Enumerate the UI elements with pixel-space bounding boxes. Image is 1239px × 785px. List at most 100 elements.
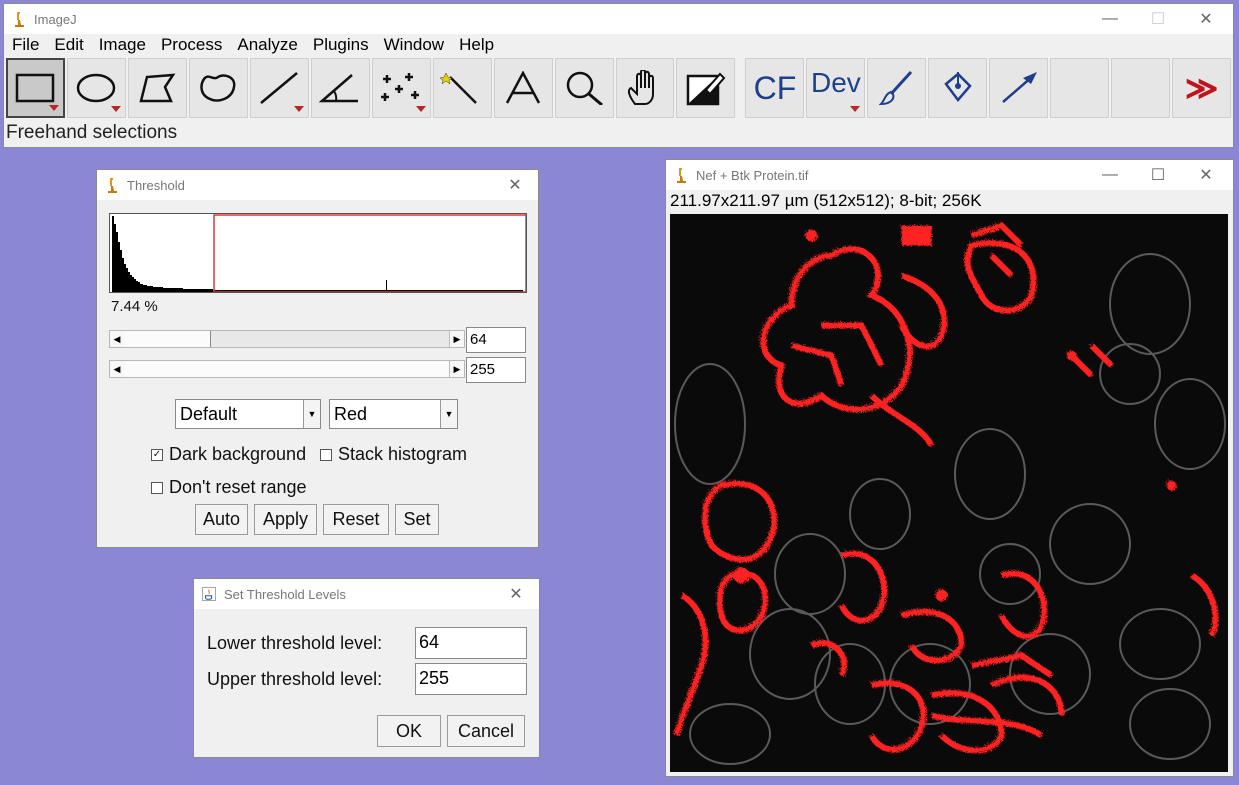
checkbox-unchecked-icon: [151, 481, 163, 494]
color-picker-tool-button[interactable]: [676, 58, 736, 118]
flood-fill-tool-button[interactable]: [928, 58, 988, 118]
toolbar: CF Dev ≫: [4, 56, 1233, 120]
text-tool-button[interactable]: [493, 58, 553, 118]
threshold-histogram[interactable]: [109, 213, 527, 293]
lower-threshold-input[interactable]: 64: [415, 627, 527, 659]
dont-reset-range-checkbox[interactable]: Don't reset range: [151, 477, 307, 498]
hand-tool-button[interactable]: [615, 58, 675, 118]
imagej-microscope-icon: [12, 11, 26, 27]
line-tool-button[interactable]: [249, 58, 309, 118]
image-canvas[interactable]: [670, 214, 1228, 772]
freehand-icon: [200, 74, 236, 102]
imagej-microscope-icon: [105, 177, 119, 193]
line-icon: [260, 72, 299, 104]
lower-threshold-slider[interactable]: ◀ ▶: [109, 330, 465, 348]
paint-bucket-icon: [944, 72, 972, 102]
cf-tool-button[interactable]: CF: [745, 58, 805, 118]
stack-histogram-label: Stack histogram: [338, 444, 468, 464]
slider-left-arrow-icon[interactable]: ◀: [110, 331, 125, 347]
more-tools-button[interactable]: ≫: [1172, 58, 1232, 118]
upper-threshold-field[interactable]: 255: [466, 357, 526, 383]
close-icon[interactable]: ✕: [492, 170, 538, 200]
dark-background-label: Dark background: [169, 444, 307, 464]
reset-button[interactable]: Reset: [323, 504, 389, 535]
image-title: Nef + Btk Protein.tif: [696, 167, 809, 183]
angle-tool-button[interactable]: [310, 58, 370, 118]
angle-icon: [318, 74, 359, 103]
main-titlebar[interactable]: ImageJ — ☐ ✕: [4, 4, 1233, 34]
ok-button[interactable]: OK: [377, 715, 441, 747]
auto-button[interactable]: Auto: [195, 504, 248, 535]
micrograph: [670, 214, 1228, 772]
brush-tool-button[interactable]: [867, 58, 927, 118]
threshold-titlebar[interactable]: Threshold ✕: [97, 170, 538, 200]
menu-analyze[interactable]: Analyze: [229, 35, 304, 55]
menu-plugins[interactable]: Plugins: [305, 35, 376, 55]
menu-edit[interactable]: Edit: [46, 35, 90, 55]
menu-help[interactable]: Help: [451, 35, 501, 55]
empty-tool-slot-1: [1050, 58, 1110, 118]
upper-threshold-slider[interactable]: ◀ ▶: [109, 360, 465, 378]
image-window: Nef + Btk Protein.tif — ☐ ✕ 211.97x211.9…: [666, 160, 1233, 776]
oval-tool-button[interactable]: [66, 58, 126, 118]
imagej-main-window: ImageJ — ☐ ✕ File Edit Image Process Ana…: [4, 4, 1233, 147]
multipoint-tool-button[interactable]: [371, 58, 431, 118]
apply-button[interactable]: Apply: [254, 504, 317, 535]
slider-left-arrow-icon[interactable]: ◀: [110, 361, 125, 377]
arrow-tool-button[interactable]: [989, 58, 1049, 118]
set-threshold-levels-dialog: Set Threshold Levels ✕ Lower threshold l…: [194, 579, 539, 757]
menu-window[interactable]: Window: [376, 35, 451, 55]
close-icon[interactable]: ✕: [1183, 4, 1229, 34]
slider-thumb[interactable]: [124, 361, 451, 377]
slider-right-arrow-icon[interactable]: ▶: [449, 331, 464, 347]
histogram-plot: [112, 214, 526, 292]
threshold-method-select[interactable]: Default ▼: [175, 399, 321, 429]
slider-thumb[interactable]: [124, 331, 211, 347]
minimize-icon[interactable]: —: [1087, 160, 1133, 190]
threshold-window: Threshold ✕ 7.44 % ◀ ▶ 64 ◀ ▶ 255 Defaul…: [97, 170, 538, 547]
menu-bar: File Edit Image Process Analyze Plugins …: [4, 34, 1233, 56]
wand-icon: [440, 72, 478, 104]
mode-value: Red: [334, 404, 368, 424]
status-bar: Freehand selections: [6, 122, 178, 143]
color-picker-icon: [686, 72, 726, 106]
rectangle-icon: [16, 73, 55, 103]
dark-background-checkbox[interactable]: ✓ Dark background: [151, 444, 306, 465]
upper-threshold-input[interactable]: 255: [415, 663, 527, 695]
lower-threshold-field[interactable]: 64: [466, 327, 526, 353]
set-button[interactable]: Set: [395, 504, 439, 535]
polygon-tool-button[interactable]: [127, 58, 187, 118]
minimize-icon[interactable]: —: [1087, 4, 1133, 34]
freehand-tool-button[interactable]: [188, 58, 248, 118]
menu-process[interactable]: Process: [153, 35, 229, 55]
maximize-icon[interactable]: ☐: [1135, 160, 1181, 190]
close-icon[interactable]: ✕: [1183, 160, 1229, 190]
wand-tool-button[interactable]: [432, 58, 492, 118]
threshold-mode-select[interactable]: Red ▼: [329, 399, 458, 429]
chevron-down-icon: ▼: [440, 400, 457, 428]
rectangle-tool-button[interactable]: [6, 58, 65, 118]
maximize-icon[interactable]: ☐: [1135, 4, 1181, 34]
cf-label: CF: [753, 69, 797, 106]
dev-tool-button[interactable]: Dev: [806, 58, 866, 118]
menu-image[interactable]: Image: [91, 35, 153, 55]
more-tools-icon: ≫: [1184, 70, 1219, 106]
threshold-title: Threshold: [127, 177, 185, 193]
menu-file[interactable]: File: [4, 35, 46, 55]
empty-tool-slot-2: [1111, 58, 1171, 118]
checkbox-unchecked-icon: [320, 448, 332, 461]
checkbox-checked-icon: ✓: [151, 448, 163, 461]
image-info: 211.97x211.97 µm (512x512); 8-bit; 256K: [670, 191, 982, 210]
dev-label: Dev: [810, 67, 861, 98]
dont-reset-range-label: Don't reset range: [169, 477, 307, 497]
set-levels-titlebar[interactable]: Set Threshold Levels ✕: [194, 579, 539, 609]
slider-right-arrow-icon[interactable]: ▶: [449, 361, 464, 377]
threshold-percent: 7.44 %: [111, 298, 158, 315]
polygon-icon: [139, 73, 176, 103]
close-icon[interactable]: ✕: [493, 579, 539, 609]
cancel-button[interactable]: Cancel: [447, 715, 525, 747]
magnifier-tool-button[interactable]: [554, 58, 614, 118]
image-titlebar[interactable]: Nef + Btk Protein.tif — ☐ ✕: [666, 160, 1233, 190]
imagej-microscope-icon: [674, 167, 688, 183]
stack-histogram-checkbox[interactable]: Stack histogram: [320, 444, 467, 465]
